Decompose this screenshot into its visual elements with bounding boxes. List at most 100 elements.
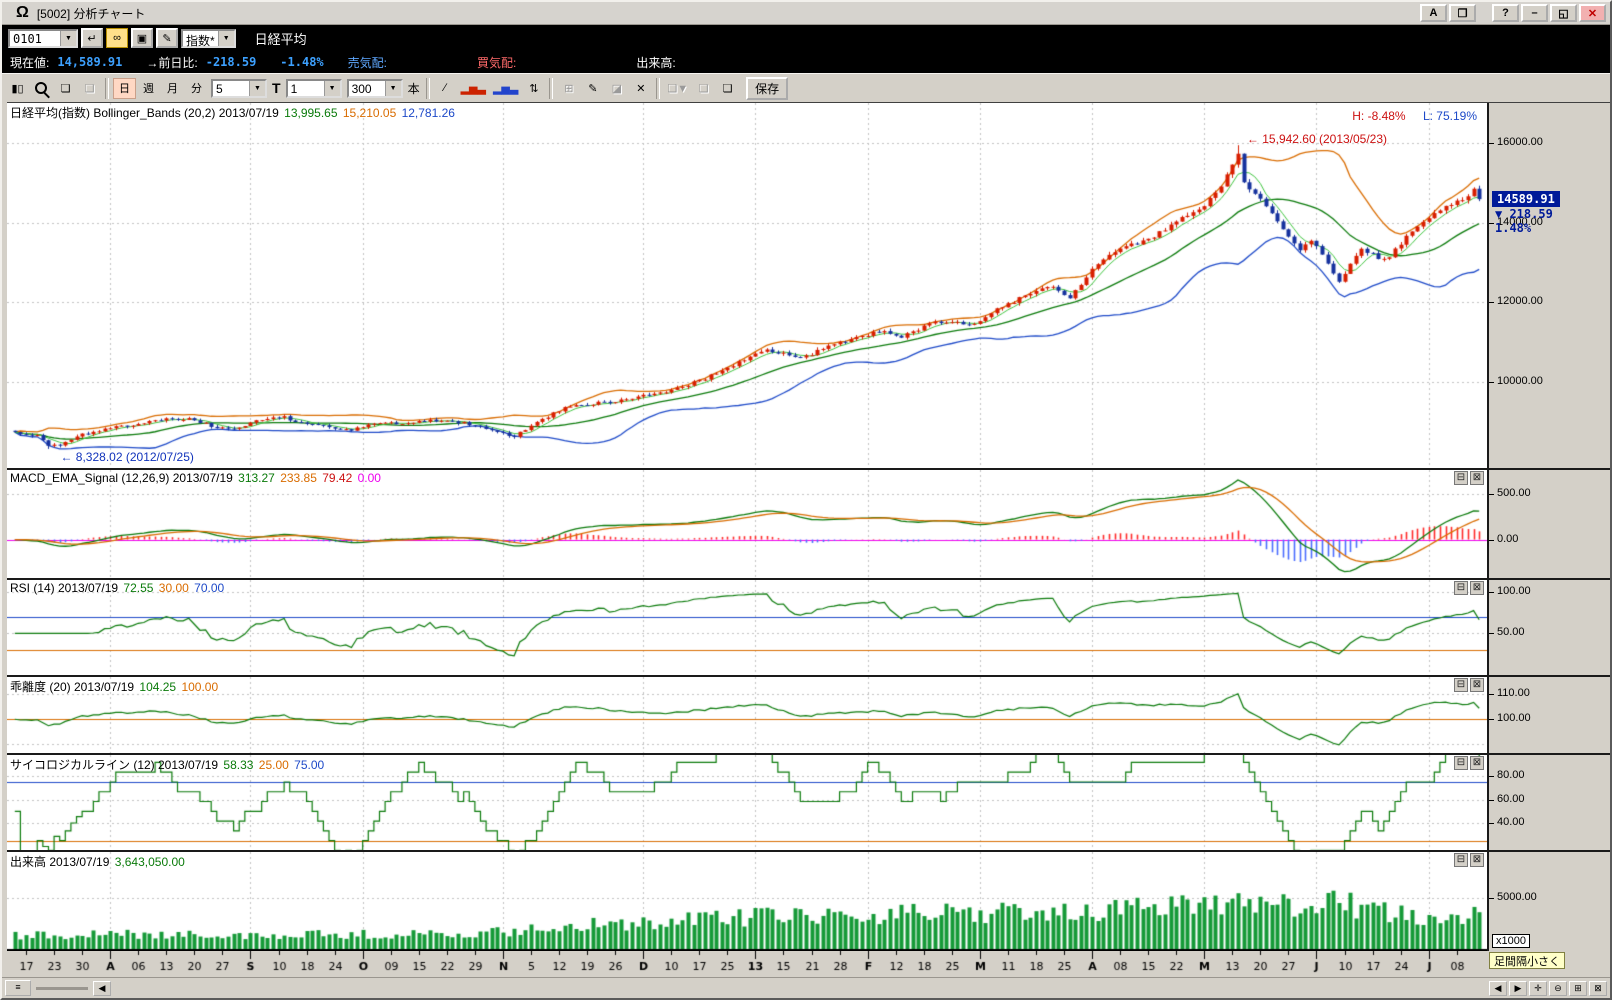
current-price-label: 現在値: (10, 54, 49, 71)
header-segment: 30.00 (159, 581, 192, 595)
grid-icon[interactable]: ⊞ (557, 78, 580, 99)
save-button[interactable]: 保存 (746, 77, 788, 100)
axis-tick (1489, 143, 1494, 144)
axis-tick (1489, 800, 1494, 801)
period-monthly-button[interactable]: 月 (161, 78, 184, 99)
close-footer-icon[interactable]: ⊠ (1589, 981, 1607, 996)
psych-header: サイコロジカルライン (12) 2013/07/19 58.33 25.00 7… (10, 756, 326, 773)
main-plot[interactable]: 日経平均(指数) Bollinger_Bands (20,2) 2013/07/… (7, 103, 1487, 468)
bar-interval-button[interactable]: 足間隔小さく (1489, 952, 1565, 969)
close-icon[interactable]: ⊠ (1470, 678, 1484, 692)
tick-interval-select[interactable]: 1▼ (286, 79, 342, 98)
collapse-icon[interactable]: ⊟ (1454, 678, 1468, 692)
pan-left-icon[interactable]: ◀ (1489, 981, 1507, 996)
collapse-icon[interactable]: ⊟ (1454, 756, 1468, 770)
candlestick-chart-icon[interactable]: ▮▯ (6, 78, 29, 99)
layout-select-icon[interactable]: ❏▼ (664, 78, 691, 99)
enter-button[interactable]: ↵ (81, 28, 103, 48)
psych-plot[interactable]: サイコロジカルライン (12) 2013/07/19 58.33 25.00 7… (7, 755, 1487, 850)
chevron-down-icon[interactable]: ▼ (385, 81, 401, 96)
updown-arrows-icon[interactable]: ⇅ (522, 78, 545, 99)
close-icon[interactable]: ⊠ (1470, 853, 1484, 867)
chevron-down-icon[interactable]: ▼ (60, 31, 76, 46)
axis-tick (1489, 494, 1494, 495)
toolbar-separator (549, 78, 553, 99)
panel-main-chart: 日経平均(指数) Bollinger_Bands (20,2) 2013/07/… (7, 103, 1610, 468)
symbol-code-input[interactable]: 0101 ▼ (8, 29, 78, 48)
symbol-type-select[interactable]: 指数* ▼ (181, 29, 236, 48)
eraser-icon[interactable]: ◪ (605, 78, 628, 99)
header-segment: 100.00 (181, 680, 218, 694)
quote-bar: 現在値: 14,589.91 →前日比: -218.59 -1.48% 売気配:… (2, 51, 1610, 73)
minute-interval-select[interactable]: 5▼ (211, 79, 267, 98)
macd-plot[interactable]: MACD_EMA_Signal (12,26,9) 2013/07/19 313… (7, 470, 1487, 578)
collapse-icon[interactable]: ⊟ (1454, 853, 1468, 867)
volume-header: 出来高 2013/07/19 3,643,050.00 (10, 853, 187, 870)
close-icon[interactable]: ⊠ (1470, 471, 1484, 485)
scrollbar-handle[interactable]: ≡ (5, 980, 31, 996)
macd-canvas[interactable] (7, 470, 1487, 578)
rsi-plot[interactable]: RSI (14) 2013/07/19 72.55 30.00 70.00 ⊟⊠ (7, 580, 1487, 675)
minimize-button[interactable]: – (1521, 4, 1548, 22)
tick-label: T (270, 80, 283, 96)
kairi-header: 乖離度 (20) 2013/07/19 104.25 100.00 (10, 678, 220, 695)
collapse-icon[interactable]: ⊟ (1454, 581, 1468, 595)
period-weekly-button[interactable]: 週 (137, 78, 160, 99)
panel-rsi: RSI (14) 2013/07/19 72.55 30.00 70.00 ⊟⊠… (7, 578, 1610, 675)
psych-axis: 80.0060.0040.00 (1487, 755, 1610, 850)
close-icon[interactable]: ⊠ (1470, 581, 1484, 595)
draw-register-button[interactable]: ✎ (156, 28, 178, 48)
scroll-left-button[interactable]: ◀ (93, 981, 111, 996)
volume-overlay-red-icon[interactable]: ▂▅▃ (458, 78, 489, 99)
volume-canvas[interactable] (7, 852, 1487, 951)
current-price-box: 14589.91 (1492, 191, 1560, 207)
zoom-out-icon[interactable]: ⊖ (1549, 981, 1567, 996)
chart-area: 日経平均(指数) Bollinger_Bands (20,2) 2013/07/… (7, 102, 1610, 977)
memo-button[interactable]: ▣ (131, 28, 153, 48)
axis-tick (1489, 633, 1494, 634)
restore-button[interactable]: ◱ (1550, 4, 1577, 22)
search-button[interactable]: ∞ (106, 28, 128, 48)
kairi-panel-buttons: ⊟⊠ (1454, 678, 1484, 692)
period-minute-button[interactable]: 分 (185, 78, 208, 99)
main-chart-canvas[interactable] (7, 103, 1487, 468)
new-window-icon[interactable]: ❏ (54, 78, 77, 99)
bar-count-select[interactable]: 300▼ (347, 79, 403, 98)
symbol-toolbar: 0101 ▼ ↵ ∞ ▣ ✎ 指数* ▼ 日経平均 (2, 25, 1610, 51)
delete-drawing-icon[interactable]: ✕ (629, 78, 652, 99)
volume-overlay-blue-icon[interactable]: ▂▅▃ (490, 78, 521, 99)
copy-window-icon[interactable]: ❏ (78, 78, 101, 99)
kairi-canvas[interactable] (7, 677, 1487, 754)
trough-annotation: ← 8,328.02 (2012/07/25) (60, 450, 193, 464)
close-icon[interactable]: ⊠ (1470, 756, 1484, 770)
font-size-button[interactable]: A (1420, 4, 1447, 22)
pencil-icon[interactable]: ✎ (581, 78, 604, 99)
period-daily-button[interactable]: 日 (113, 78, 136, 99)
axis-tick (1489, 898, 1494, 899)
axis-tick-label: 100.00 (1497, 712, 1531, 724)
chevron-down-icon[interactable]: ▼ (324, 81, 340, 96)
header-segment: 58.33 (223, 758, 256, 772)
chevron-down-icon[interactable]: ▼ (249, 81, 265, 96)
save-page-icon[interactable]: ❏ (692, 78, 715, 99)
volume-plot[interactable]: 出来高 2013/07/19 3,643,050.00 ⊟⊠ (7, 852, 1487, 951)
symbol-type-value: 指数* (183, 31, 218, 46)
axis-tick (1489, 776, 1494, 777)
trendline-icon[interactable]: ∕ (434, 78, 457, 99)
copy-window-button[interactable]: ❐ (1449, 4, 1476, 22)
pan-right-icon[interactable]: ▶ (1509, 981, 1527, 996)
load-page-icon[interactable]: ❏ (716, 78, 739, 99)
help-button[interactable]: ? (1492, 4, 1519, 22)
close-button[interactable]: ✕ (1579, 4, 1606, 22)
kairi-plot[interactable]: 乖離度 (20) 2013/07/19 104.25 100.00 ⊟⊠ (7, 677, 1487, 754)
axis-tick-label: 50.00 (1497, 626, 1525, 638)
collapse-icon[interactable]: ⊟ (1454, 471, 1468, 485)
chevron-down-icon[interactable]: ▼ (218, 31, 234, 46)
header-segment: 0.00 (358, 471, 381, 485)
crosshair-icon[interactable]: ✛ (1529, 981, 1547, 996)
scrollbar-track[interactable] (36, 987, 88, 990)
zoom-icon[interactable] (30, 78, 53, 99)
rsi-canvas[interactable] (7, 580, 1487, 675)
date-axis-canvas (7, 951, 1487, 977)
grid-toggle-icon[interactable]: ⊞ (1569, 981, 1587, 996)
